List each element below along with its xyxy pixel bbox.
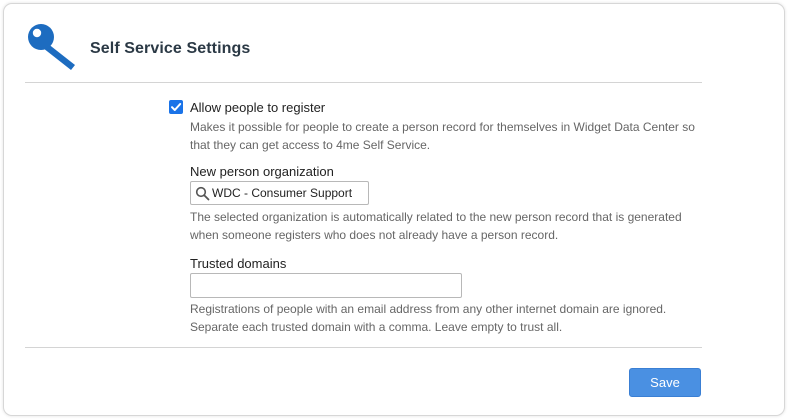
allow-register-checkbox[interactable] bbox=[169, 100, 183, 114]
footer-divider bbox=[25, 347, 702, 348]
trusted-domains-input[interactable] bbox=[190, 273, 462, 298]
checkmark-icon bbox=[171, 103, 182, 111]
header-divider bbox=[25, 82, 702, 83]
organization-picker[interactable]: WDC - Consumer Support bbox=[190, 181, 369, 205]
organization-label: New person organization bbox=[190, 164, 334, 179]
allow-register-label[interactable]: Allow people to register bbox=[190, 100, 325, 115]
trusted-domains-label: Trusted domains bbox=[190, 256, 287, 271]
key-icon bbox=[26, 22, 80, 72]
organization-value: WDC - Consumer Support bbox=[212, 186, 353, 200]
search-icon bbox=[195, 186, 210, 201]
organization-help: The selected organization is automatical… bbox=[190, 210, 682, 242]
trusted-domains-help: Registrations of people with an email ad… bbox=[190, 302, 667, 334]
save-button[interactable]: Save bbox=[629, 368, 701, 397]
allow-register-help: Makes it possible for people to create a… bbox=[190, 120, 695, 152]
page-title: Self Service Settings bbox=[90, 40, 251, 57]
